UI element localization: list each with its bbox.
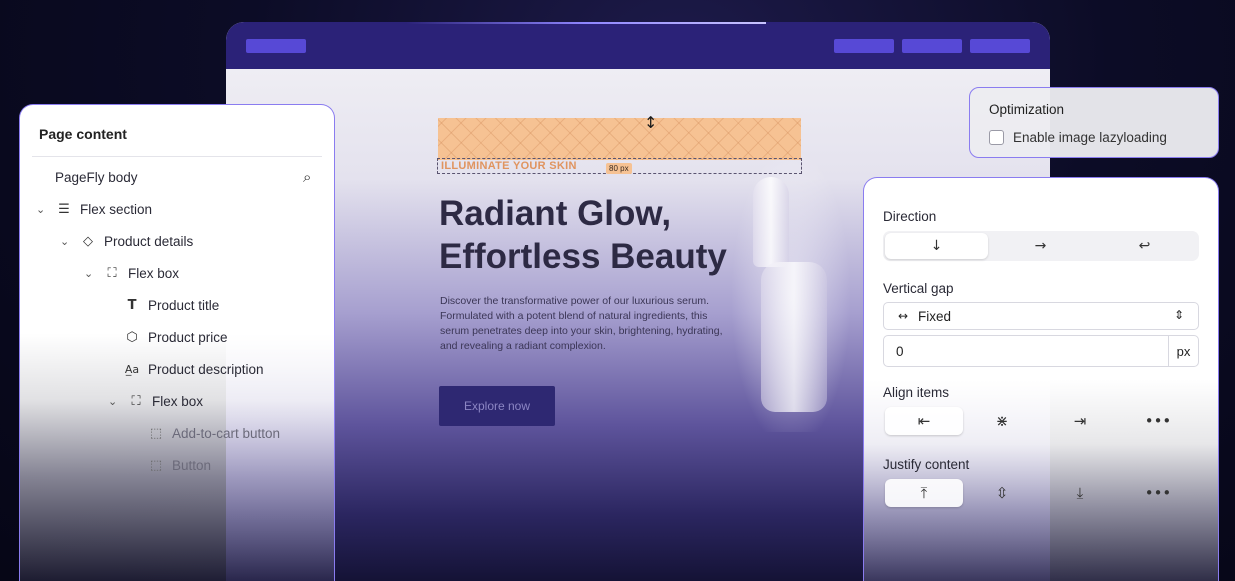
layout-settings-panel: Direction ↓ → ↩ Vertical gap ↔ Fixed ⇕ p… [863,177,1219,581]
spacing-size-badge: 80 px [606,163,632,174]
tree-item-product-details[interactable]: ⌄ ◇ Product details [60,229,193,253]
lazyload-checkbox[interactable] [989,130,1004,145]
spacing-indicator[interactable] [438,118,801,160]
justify-content-label: Justify content [883,457,970,472]
panel-title: Page content [39,126,127,142]
tree-item-flex-box[interactable]: ⌄ ⛶ Flex box [84,261,179,285]
tree-item-label: Flex box [128,265,180,281]
more-icon: ••• [1144,484,1172,502]
tree-item-label: Product title [148,297,220,313]
tree-item-pagefly-body[interactable]: PageFly body [55,165,138,189]
vertical-gap-label: Vertical gap [883,281,954,296]
align-start-icon: ⇤ [917,412,931,430]
tree-item-flex-section[interactable]: ⌄ ☰ Flex section [36,197,152,221]
hero-title: Radiant Glow, Effortless Beauty [439,194,727,276]
more-icon: ••• [1144,412,1172,430]
align-end-icon: ⇥ [1073,412,1087,430]
tree-item-label: Product description [148,361,264,377]
flex-box-icon: ⛶ [131,393,141,409]
wrap-arrow-icon: ↩ [1138,238,1151,254]
resize-vertical-icon[interactable]: ↕ [644,113,657,132]
chevron-down-icon[interactable]: ⌄ [84,267,96,280]
align-end-option[interactable]: ⇥ [1041,407,1119,435]
nav-item-placeholder [834,39,894,53]
serum-bottle-image [761,262,827,412]
arrow-down-icon: ↓ [930,238,943,254]
lazyload-label[interactable]: Enable image lazyloading [1013,130,1167,145]
justify-end-icon: ⤓ [1076,484,1084,502]
tree-item-product-description[interactable]: A̲a Product description [124,357,264,381]
justify-center-icon: ⇳ [995,484,1009,502]
direction-selector: ↓ → ↩ [883,231,1199,261]
gap-value-input[interactable] [883,335,1169,367]
tree-item-label: Button [172,457,212,473]
align-start-option[interactable]: ⇤ [885,407,963,435]
selected-heading-outline[interactable]: ILLUMINATE YOUR SKIN 80 px [437,158,802,174]
gap-mode-select[interactable]: ↔ Fixed ⇕ [883,302,1199,330]
search-icon[interactable]: ⌕ [303,168,311,186]
justify-center-option[interactable]: ⇳ [963,479,1041,507]
tree-item-label: Flex section [80,201,153,217]
hero-description: Discover the transformative power of our… [440,295,723,352]
align-center-icon: ⋇ [995,412,1009,430]
tree-item-label: Add-to-cart button [172,425,281,441]
tree-item-product-title[interactable]: T Product title [124,293,220,317]
align-items-label: Align items [883,385,950,400]
optimization-title: Optimization [989,102,1065,117]
logo-placeholder [246,39,306,53]
tree-item-button[interactable]: ⬚ Button [148,453,211,477]
justify-start-option[interactable]: ⤒ [885,479,963,507]
price-tag-icon: ⬡ [126,329,138,345]
chevron-down-icon[interactable]: ⌄ [108,395,120,408]
align-more-option[interactable]: ••• [1119,407,1197,435]
text-icon: T [127,297,137,313]
justify-more-option[interactable]: ••• [1119,479,1197,507]
flex-box-icon: ⛶ [107,265,117,281]
header-glow [406,22,766,24]
nav-item-placeholder [902,39,962,53]
button-icon: ⬚ [149,425,163,441]
tree-item-label: Product price [148,329,228,345]
page-content-panel: Page content ⌕ PageFly body ⌄ ☰ Flex sec… [19,104,335,581]
button-icon: ⬚ [149,457,163,473]
tree-item-label: PageFly body [55,169,138,185]
justify-start-icon: ⤒ [920,484,928,502]
direction-wrap-option[interactable]: ↩ [1093,233,1196,259]
chevron-down-icon[interactable]: ⌄ [36,203,48,216]
gap-mode-value: Fixed [918,309,952,324]
gap-unit[interactable]: px [1168,335,1199,367]
direction-horizontal-option[interactable]: → [989,233,1092,259]
tree-item-label: Product details [104,233,194,249]
nav-item-placeholder [970,39,1030,53]
gap-width-icon: ↔ [898,309,909,323]
tree-item-flex-box-nested[interactable]: ⌄ ⛶ Flex box [108,389,203,413]
tree-item-product-price[interactable]: ⬡ Product price [124,325,228,349]
section-icon: ☰ [58,201,70,217]
optimization-card: Optimization Enable image lazyloading [969,87,1219,158]
direction-vertical-option[interactable]: ↓ [885,233,988,259]
select-chevron-icon: ⇕ [1173,308,1184,322]
tree-item-add-to-cart-button[interactable]: ⬚ Add-to-cart button [148,421,280,445]
tag-icon: ◇ [83,233,93,249]
hero-eyebrow: ILLUMINATE YOUR SKIN [441,160,577,172]
divider [32,156,322,157]
tree-item-label: Flex box [152,393,204,409]
direction-label: Direction [883,209,937,224]
preview-header [226,22,1050,69]
align-center-option[interactable]: ⋇ [963,407,1041,435]
description-icon: A̲a [124,362,140,376]
chevron-down-icon[interactable]: ⌄ [60,235,72,248]
explore-now-button[interactable]: Explore now [439,386,555,426]
arrow-right-icon: → [1034,238,1047,254]
justify-end-option[interactable]: ⤓ [1041,479,1119,507]
